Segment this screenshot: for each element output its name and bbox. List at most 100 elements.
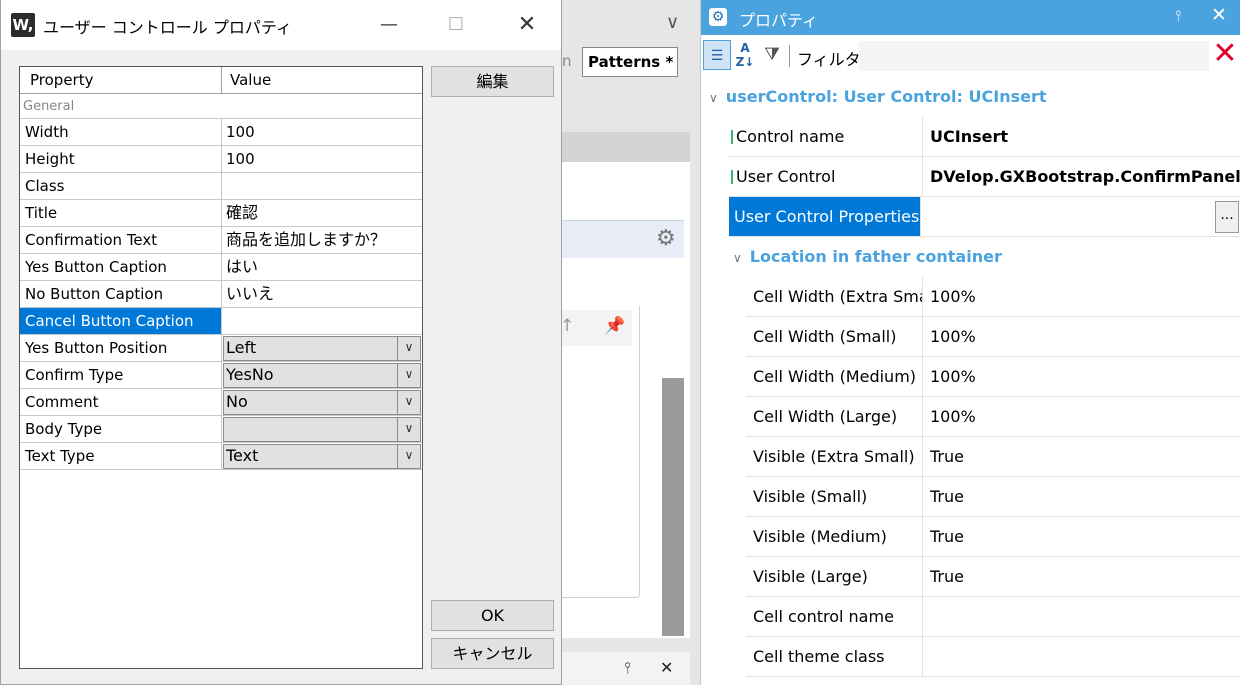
chevron-down-icon[interactable]: ∨ [666,12,679,33]
property-row-user-control-properties[interactable]: User Control Properties ... [729,197,1240,237]
property-value[interactable]: True [930,557,964,596]
property-value[interactable]: DVelop.GXBootstrap.ConfirmPanel [930,157,1240,196]
property-value[interactable]: UCInsert [930,117,1008,156]
property-row-control-name[interactable]: Control name UCInsert [729,117,1240,157]
property-value[interactable]: 100% [930,397,976,436]
table-row[interactable]: Body Type ∨ [20,416,422,443]
row-value[interactable]: 100 [222,146,422,172]
table-row[interactable]: Comment No ∨ [20,389,422,416]
chevron-down-icon[interactable]: ∨ [397,418,420,441]
row-name: Text Type [25,447,95,465]
maximize-button[interactable]: ☐ [441,10,471,40]
chevron-down-icon[interactable]: ∨ [733,251,742,265]
property-value[interactable]: 100% [930,317,976,356]
filter-input[interactable] [859,41,1209,71]
row-value[interactable]: 確認 [222,200,422,226]
text-type-select[interactable]: Text ∨ [223,444,421,469]
yes-button-position-select[interactable]: Left ∨ [223,336,421,361]
dialog-titlebar[interactable]: W, ユーザー コントロール プロパティ — ☐ ✕ [1,0,561,50]
row-name: Yes Button Position [25,339,168,357]
minimize-button[interactable]: — [374,10,404,40]
property-row[interactable]: Visible (Small) True [746,477,1240,517]
body-type-select[interactable]: ∨ [223,417,421,442]
chevron-down-icon[interactable]: ∨ [709,91,718,105]
row-value[interactable]: いいえ [222,281,422,307]
property-value[interactable]: 100% [930,357,976,396]
table-row[interactable]: Height 100 [20,146,422,173]
table-row[interactable]: Title 確認 [20,200,422,227]
header-value[interactable]: Value [230,71,271,89]
close-button[interactable]: ✕ [512,10,542,40]
app-icon: W, [11,13,35,37]
alphabetical-sort-icon[interactable]: A Z↓ [733,40,757,70]
property-name: Cell Width (Extra Small) [746,277,923,316]
property-row[interactable]: Cell Width (Small) 100% [746,317,1240,357]
close-icon[interactable]: ✕ [1211,4,1227,26]
row-value[interactable]: はい [222,254,422,280]
property-row[interactable]: Cell Width (Large) 100% [746,397,1240,437]
row-name: Class [25,177,65,195]
property-value[interactable]: True [930,437,964,476]
grid-header: Property Value [20,67,422,94]
arrow-up-icon[interactable]: ↑ [560,316,574,336]
header-property[interactable]: Property [30,71,93,89]
property-row[interactable]: Cell theme class [746,637,1240,677]
chevron-down-icon[interactable]: ∨ [397,337,420,360]
row-value[interactable]: 100 [222,119,422,145]
dialog-title: ユーザー コントロール プロパティ [43,18,292,37]
close-icon[interactable]: ✕ [660,658,673,677]
filter-icon[interactable]: ⧩ [760,40,784,70]
property-name: Cell theme class [746,637,923,676]
table-row[interactable]: No Button Caption いいえ [20,281,422,308]
ide-inner-panel [560,306,640,598]
property-row[interactable]: Cell Width (Extra Small) 100% [746,277,1240,317]
group-location[interactable]: ∨ Location in father container [733,238,1002,276]
pin-icon[interactable]: 📌 [604,316,625,336]
chevron-down-icon[interactable]: ∨ [397,445,420,468]
property-value[interactable]: True [930,517,964,556]
edit-button[interactable]: 編集 [431,66,554,97]
table-row[interactable]: Confirmation Text 商品を追加しますか？ [20,227,422,254]
cancel-button[interactable]: キャンセル [431,638,554,669]
table-row[interactable]: Confirm Type YesNo ∨ [20,362,422,389]
property-row[interactable]: Visible (Medium) True [746,517,1240,557]
property-row[interactable]: Visible (Large) True [746,557,1240,597]
pin-icon[interactable]: ⫯ [624,658,631,678]
group-label: Location in father container [749,247,1002,266]
comment-select[interactable]: No ∨ [223,390,421,415]
pin-icon[interactable]: ⫯ [1175,7,1182,25]
properties-titlebar: ⚙ プロパティ ⫯ ✕ [701,0,1240,35]
table-row[interactable]: Width 100 [20,119,422,146]
group-usercontrol[interactable]: ∨ userControl: User Control: UCInsert [709,78,1047,116]
confirm-type-select[interactable]: YesNo ∨ [223,363,421,388]
ellipsis-button[interactable]: ... [1215,201,1239,233]
property-value[interactable]: True [930,477,964,516]
property-row[interactable]: Cell control name [746,597,1240,637]
ide-strip [560,132,690,162]
properties-title: プロパティ [739,11,819,30]
gear-icon[interactable]: ⚙ [656,226,676,251]
property-value[interactable]: 100% [930,277,976,316]
row-value[interactable] [222,308,422,334]
property-row[interactable]: Visible (Extra Small) True [746,437,1240,477]
table-row[interactable]: Class [20,173,422,200]
table-row[interactable]: Yes Button Position Left ∨ [20,335,422,362]
row-value[interactable]: 商品を追加しますか？ [222,227,422,253]
patterns-tab[interactable]: Patterns * [582,47,678,77]
row-value[interactable] [222,173,422,199]
clear-filter-icon[interactable]: ✕ [1211,39,1239,69]
property-row-user-control[interactable]: User Control DVelop.GXBootstrap.ConfirmP… [729,157,1240,197]
chevron-down-icon[interactable]: ∨ [397,391,420,414]
select-value: Text [226,446,259,465]
table-row[interactable]: Text Type Text ∨ [20,443,422,470]
ide-scrollbar[interactable] [662,378,684,636]
table-row-selected[interactable]: Cancel Button Caption [20,308,422,335]
property-row[interactable]: Cell Width (Medium) 100% [746,357,1240,397]
table-row[interactable]: Yes Button Caption はい [20,254,422,281]
ok-button[interactable]: OK [431,600,554,631]
category-general[interactable]: General [20,94,422,119]
filter-label: フィルタ [797,50,861,69]
properties-toolbar: ☰ A Z↓ ⧩ フィルタ ✕ [701,35,1240,77]
categorized-view-icon[interactable]: ☰ [703,40,731,70]
chevron-down-icon[interactable]: ∨ [397,364,420,387]
